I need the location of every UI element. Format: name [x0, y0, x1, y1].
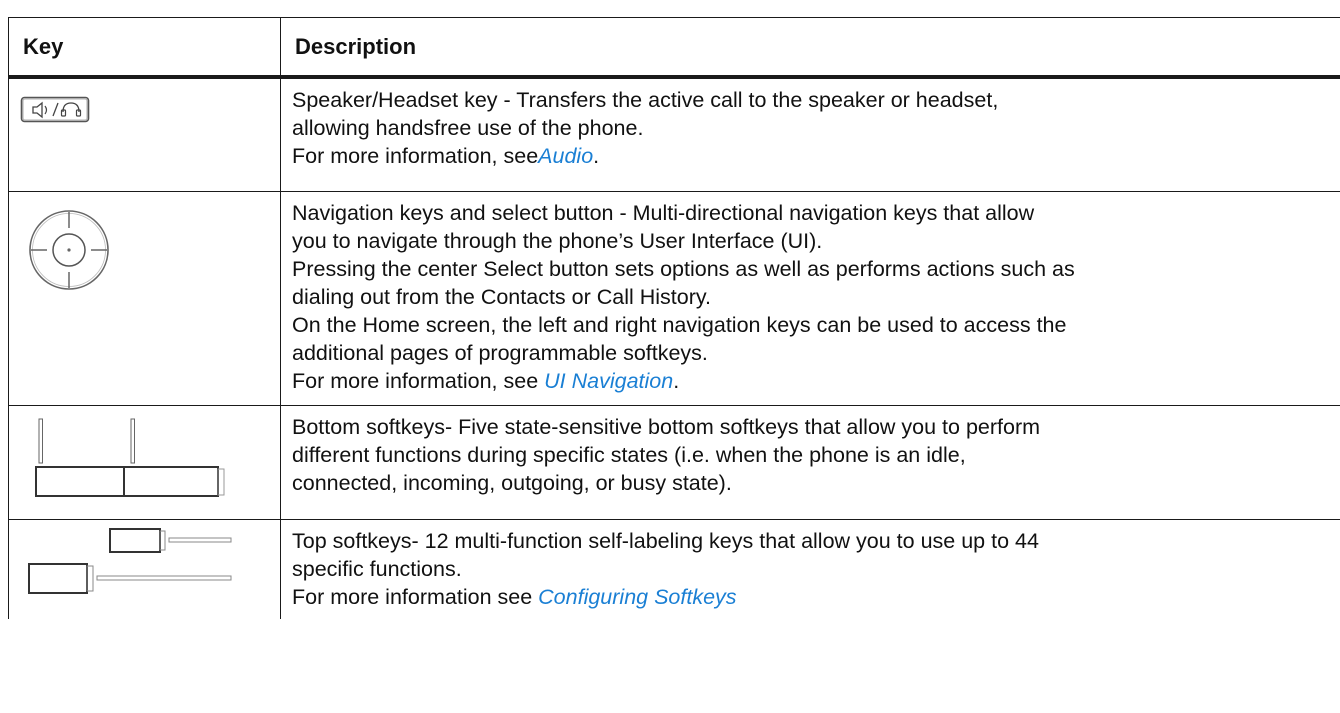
description-line: Speaker/Headset key - Transfers the acti… — [292, 88, 999, 112]
key-cell — [8, 76, 281, 192]
key-cell — [8, 405, 281, 520]
more-info-line: For more information, seeAudio. — [292, 142, 1340, 170]
description-line: Navigation keys and select button - Mult… — [292, 201, 1035, 225]
key-cell — [8, 191, 281, 406]
table-row: Navigation keys and select button - Mult… — [8, 191, 1340, 406]
description-line: Pressing the center Select button sets o… — [292, 257, 1075, 281]
description-line: specific functions. — [292, 557, 462, 581]
table-row: Bottom softkeys- Five state-sensitive bo… — [8, 405, 1340, 520]
description-line: On the Home screen, the left and right n… — [292, 313, 1067, 337]
table-header-row: Key Description — [8, 17, 1340, 79]
key-description-table: Key Description Speaker/Headset key - Tr… — [8, 17, 1340, 619]
description-line: you to navigate through the phone’s User… — [292, 229, 823, 253]
description-line: additional pages of programmable softkey… — [292, 341, 708, 365]
key-column-header: Key — [8, 17, 281, 79]
description-line: different functions during specific stat… — [292, 443, 966, 467]
description-column-header: Description — [280, 17, 1340, 79]
description-cell: Speaker/Headset key - Transfers the acti… — [280, 76, 1340, 192]
configuring-softkeys-link[interactable]: Configuring Softkeys — [538, 585, 736, 609]
description-cell: Top softkeys- 12 multi-function self-lab… — [280, 519, 1340, 619]
more-info-prefix: For more information, see — [292, 144, 539, 168]
more-info-suffix: . — [673, 369, 680, 393]
description-line: Bottom softkeys- Five state-sensitive bo… — [292, 415, 1041, 439]
more-info-line: For more information, see UI Navigation. — [292, 367, 1340, 395]
table-row: Speaker/Headset key - Transfers the acti… — [8, 76, 1340, 192]
table-row: Top softkeys- 12 multi-function self-lab… — [8, 519, 1340, 619]
more-info-suffix: . — [593, 144, 600, 168]
speaker-headset-key-icon — [20, 96, 90, 123]
description-line: dialing out from the Contacts or Call Hi… — [292, 285, 712, 309]
more-info-prefix: For more information, see — [292, 369, 545, 393]
description-cell: Bottom softkeys- Five state-sensitive bo… — [280, 405, 1340, 520]
audio-link[interactable]: Audio — [538, 144, 593, 168]
bottom-softkeys-icon — [35, 418, 225, 497]
description-line: allowing handsfree use of the phone. — [292, 116, 644, 140]
navigation-keys-icon — [29, 210, 109, 290]
top-softkeys-icon — [28, 528, 232, 594]
ui-navigation-link[interactable]: UI Navigation — [544, 369, 673, 393]
description-cell: Navigation keys and select button - Mult… — [280, 191, 1340, 406]
key-cell — [8, 519, 281, 619]
description-line: connected, incoming, outgoing, or busy s… — [292, 471, 732, 495]
description-line: Top softkeys- 12 multi-function self-lab… — [292, 529, 1039, 553]
more-info-line: For more information see Configuring Sof… — [292, 583, 1340, 611]
more-info-prefix: For more information see — [292, 585, 539, 609]
